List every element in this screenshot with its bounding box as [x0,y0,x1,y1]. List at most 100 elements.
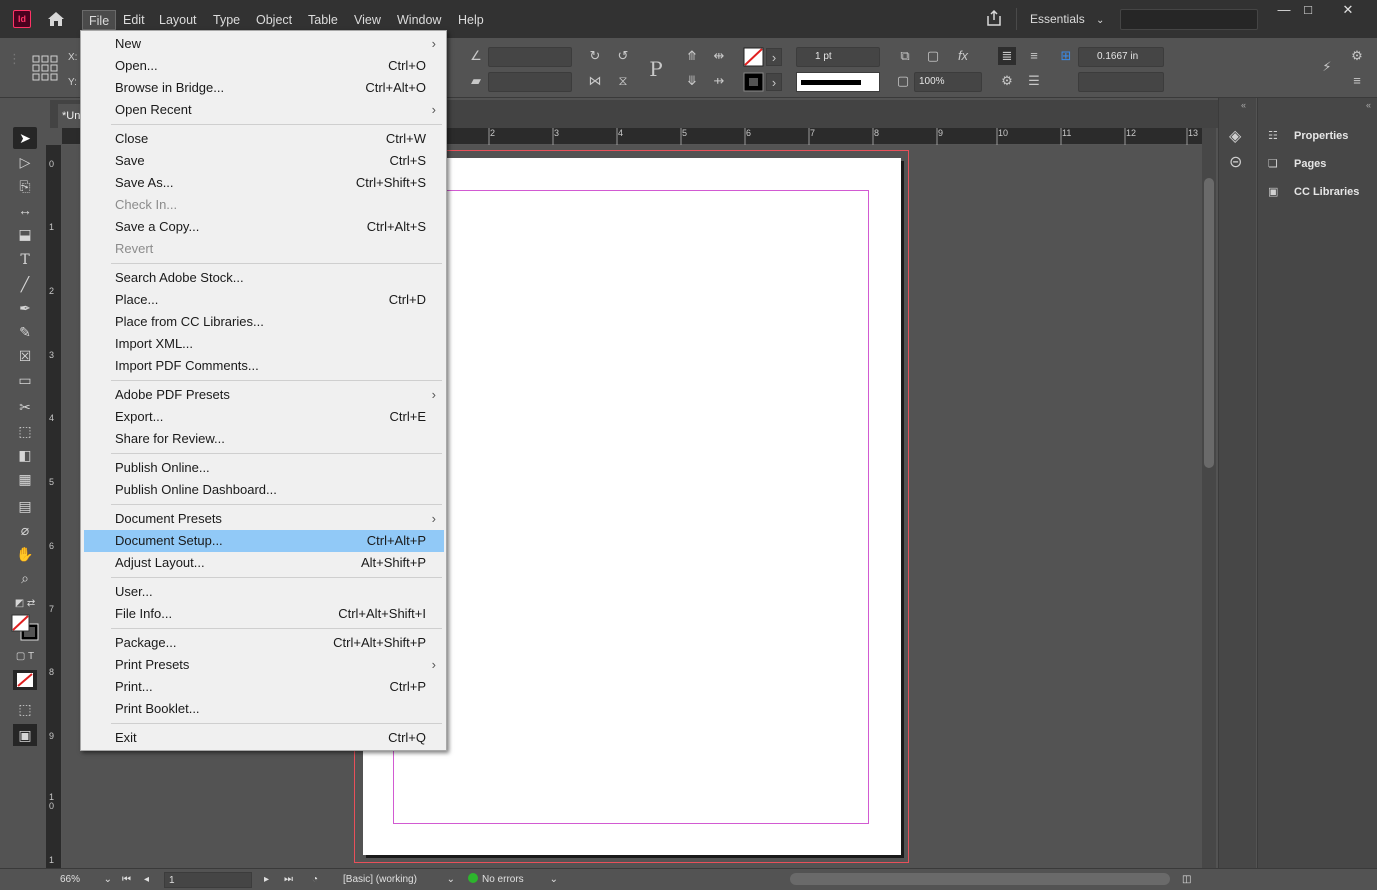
menu-item-export[interactable]: Export... Ctrl+E [84,406,444,428]
menu-item-print-presets[interactable]: Print Presets › [84,654,444,676]
menu-item-import-xml[interactable]: Import XML... [84,333,444,355]
flip-vertical-icon[interactable]: ⧖ [614,72,632,90]
corner-shape-icon[interactable]: ▢ [924,47,942,65]
rotate-cw-icon[interactable]: ↻ [586,47,604,65]
menu-item-close[interactable]: Close Ctrl+W [84,128,444,150]
menu-item-adobe-pdf-presets[interactable]: Adobe PDF Presets › [84,384,444,406]
note-tool-icon[interactable]: ▤ [13,495,37,517]
grid-icon[interactable]: ⊞ [1057,47,1075,65]
preflight-status[interactable]: No errors ⌄ [468,872,558,888]
pen-tool-icon[interactable]: ✒ [13,297,37,319]
drop-shadow-icon[interactable]: ⧉ [896,47,914,65]
menu-item-save-as[interactable]: Save As... Ctrl+Shift+S [84,172,444,194]
content-collector-icon[interactable]: ⬓ [13,223,37,245]
menu-item-publish-online-dashboard[interactable]: Publish Online Dashboard... [84,479,444,501]
menu-item-share-for-review[interactable]: Share for Review... [84,428,444,450]
menu-table[interactable]: Table [302,10,344,30]
rotate-ccw-icon[interactable]: ↺ [614,47,632,65]
stroke-type-select[interactable] [796,72,880,92]
settings-gear-icon[interactable]: ⚙ [1348,47,1366,65]
menu-item-print[interactable]: Print... Ctrl+P [84,676,444,698]
fill-none-swatch-icon[interactable] [743,47,765,67]
menu-item-open[interactable]: Open... Ctrl+O [84,55,444,77]
workspace-switcher[interactable]: Essentials ⌄ [1030,10,1104,28]
select-content-icon[interactable]: ⤋ [683,72,701,90]
close-button[interactable]: ✕ [1330,0,1366,20]
stroke-weight-field[interactable]: 1 pt [796,47,880,67]
quick-actions-icon[interactable]: ⚡ [1318,58,1336,76]
menu-item-file-info[interactable]: File Info... Ctrl+Alt+Shift+I [84,603,444,625]
menu-item-save[interactable]: Save Ctrl+S [84,150,444,172]
align-text-icon[interactable]: ≣ [998,47,1016,65]
menu-item-place-from-cc-libraries[interactable]: Place from CC Libraries... [84,311,444,333]
first-page-icon[interactable]: ⏮ [122,872,131,888]
eyedropper-tool-icon[interactable]: ⌀ [13,519,37,541]
menu-item-import-pdf-comments[interactable]: Import PDF Comments... [84,355,444,377]
menu-item-browse-in-bridge[interactable]: Browse in Bridge... Ctrl+Alt+O [84,77,444,99]
menu-item-publish-online[interactable]: Publish Online... [84,457,444,479]
menu-item-new[interactable]: New › [84,33,444,55]
page-tool-icon[interactable]: ⎘ [13,175,37,197]
flip-horizontal-icon[interactable]: ⋈ [586,72,604,90]
line-tool-icon[interactable]: ╱ [13,273,37,295]
formatting-affects-container-icon[interactable]: ▢ T [13,646,37,668]
auto-fit-icon[interactable]: ⚙ [998,72,1016,90]
rectangle-frame-tool-icon[interactable]: ☒ [13,345,37,367]
panel-menu-icon[interactable]: ≡ [1348,72,1366,90]
maximize-button[interactable]: □ [1290,0,1326,20]
object-style-select[interactable] [1078,72,1164,92]
select-next-icon[interactable]: ⇸ [710,72,728,90]
direct-selection-tool-icon[interactable]: ▷ [13,151,37,173]
menu-help[interactable]: Help [452,10,490,30]
gradient-feather-tool-icon[interactable]: ▦ [13,468,37,490]
gradient-swatch-tool-icon[interactable]: ◧ [13,444,37,466]
menu-item-open-recent[interactable]: Open Recent › [84,99,444,121]
vertical-ruler[interactable]: 0 1 2 3 4 5 6 7 8 9 1 0 1 [46,145,62,870]
collapse-panels-icon[interactable]: « [1366,100,1371,110]
menu-item-search-adobe-stock[interactable]: Search Adobe Stock... [84,267,444,289]
panel-properties[interactable]: ☷ Properties [1268,125,1348,147]
scissors-tool-icon[interactable]: ✂ [13,396,37,418]
last-page-icon[interactable]: ⏭ [284,872,293,888]
menu-edit[interactable]: Edit [117,10,151,30]
type-tool-icon[interactable]: T [13,249,37,271]
next-page-icon[interactable]: ▸ [264,872,269,888]
select-previous-icon[interactable]: ⇹ [710,47,728,65]
menu-item-user[interactable]: User... [84,581,444,603]
menu-item-print-booklet[interactable]: Print Booklet... [84,698,444,720]
menu-object[interactable]: Object [250,10,298,30]
effects-fx-icon[interactable]: fx [954,47,972,65]
menu-item-package[interactable]: Package... Ctrl+Alt+Shift+P [84,632,444,654]
apply-none-icon[interactable] [13,670,37,690]
screen-mode-icon[interactable]: ▣ [13,724,37,746]
free-transform-tool-icon[interactable]: ⬚ [13,420,37,442]
menu-item-document-setup[interactable]: Document Setup... Ctrl+Alt+P [84,530,444,552]
panel-grip-icon[interactable]: ⋮ [8,50,21,84]
selection-tool-icon[interactable]: ➤ [13,127,37,149]
menu-item-exit[interactable]: Exit Ctrl+Q [84,727,444,749]
horizontal-scrollbar-thumb[interactable] [790,873,1170,885]
menu-window[interactable]: Window [391,10,447,30]
offset-field[interactable]: 0.1667 in [1078,47,1164,67]
zoom-select[interactable]: 66% ⌄ [60,872,116,888]
menu-layout[interactable]: Layout [153,10,203,30]
zoom-tool-icon[interactable]: ⌕ [13,567,37,589]
rotation-field[interactable] [488,47,572,67]
vertical-scrollbar-thumb[interactable] [1204,178,1214,468]
vertical-justify-icon[interactable]: ☰ [1025,72,1043,90]
panel-pages[interactable]: ❏ Pages [1268,153,1326,175]
default-fill-stroke-icon[interactable]: ◩ ⇄ [13,593,37,615]
menu-item-document-presets[interactable]: Document Presets › [84,508,444,530]
page-number-field[interactable]: 1 [164,872,252,888]
fill-menu-chevron-icon[interactable]: › [766,48,782,66]
layers-icon[interactable]: ◈ [1229,126,1241,146]
gap-tool-icon[interactable]: ↔ [13,199,37,221]
collapse-icon[interactable]: « [1241,100,1246,110]
text-frame-icon[interactable]: P [644,56,668,82]
menu-item-save-a-copy[interactable]: Save a Copy... Ctrl+Alt+S [84,216,444,238]
menu-file[interactable]: File [82,10,117,30]
search-input[interactable] [1120,9,1258,30]
view-mode-icon[interactable]: ⬚ [13,698,37,720]
reference-point-icon[interactable] [32,55,58,81]
pencil-tool-icon[interactable]: ✎ [13,321,37,343]
